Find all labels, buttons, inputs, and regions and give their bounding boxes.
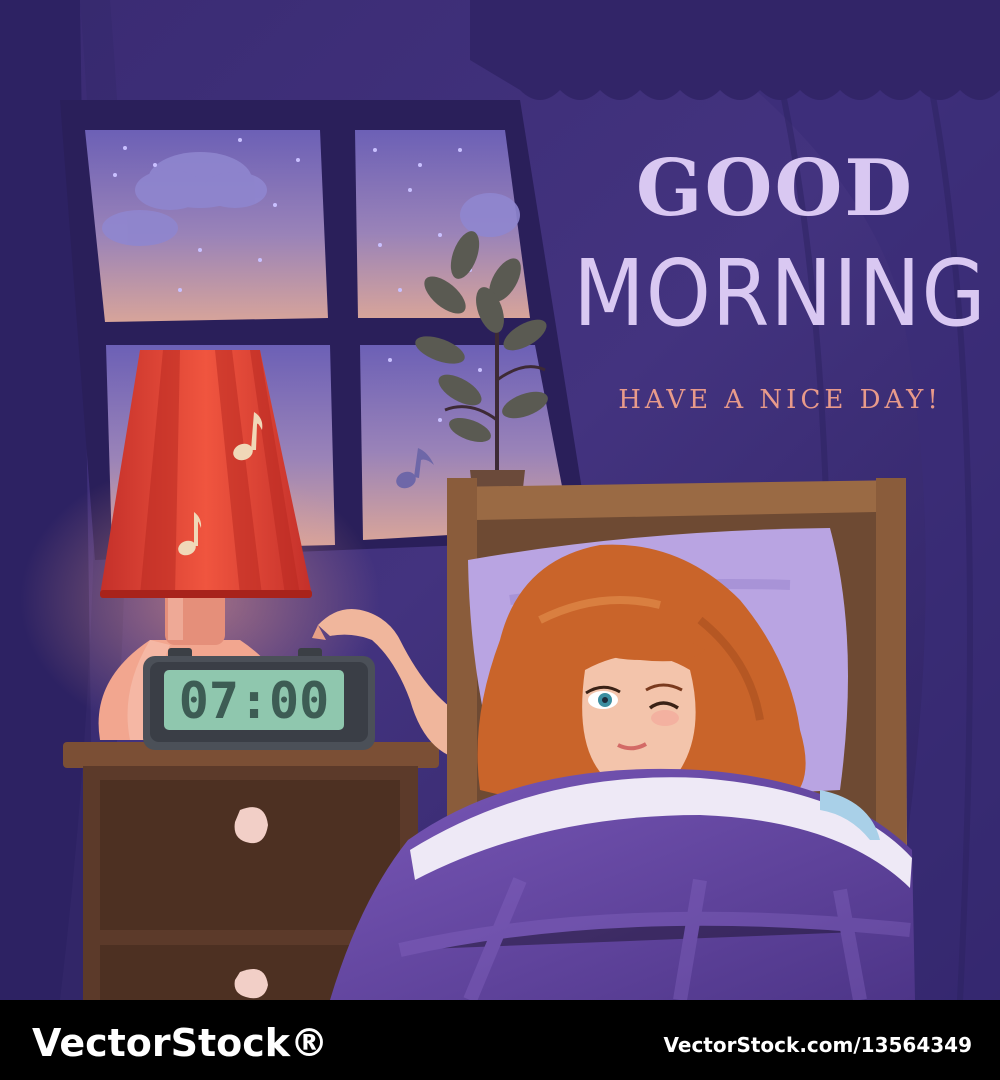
scene-svg: 07:00 GOOD MORNING HAVE A NICE DAY! Vect… [0,0,1000,1080]
good-morning-illustration: 07:00 GOOD MORNING HAVE A NICE DAY! Vect… [0,0,1000,1080]
headline-morning: MORNING [573,240,986,347]
drawer-knob [234,807,268,844]
curtain-valance [470,0,1000,100]
drawer-knob [234,968,268,999]
headline-good: GOOD [636,143,914,234]
watermark-brand: VectorStock® [32,1021,328,1065]
watermark-url: VectorStock.com/13564349 [664,1033,973,1057]
headline-subtitle: HAVE A NICE DAY! [618,385,942,415]
clock-time: 07:00 [179,672,330,730]
